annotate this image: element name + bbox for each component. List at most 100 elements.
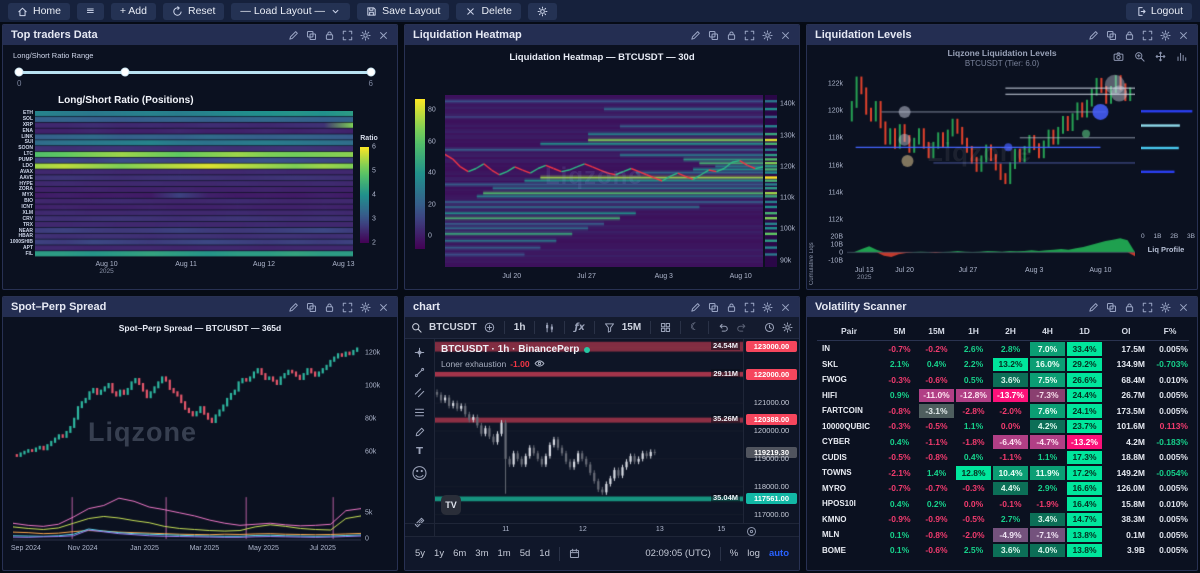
range-slider[interactable]	[14, 67, 376, 77]
tv-price-scale[interactable]: 123000.00 122000.00 121000.00 120388.00 1200…	[743, 339, 799, 523]
edit-icon[interactable]	[690, 302, 701, 313]
duplicate-icon[interactable]	[306, 302, 317, 313]
edit-icon[interactable]	[288, 302, 299, 313]
interval-button[interactable]: 1h	[514, 322, 526, 333]
tv-legend[interactable]: BTCUSDT · 1h · BinancePerp	[441, 344, 591, 355]
slider-track[interactable]	[19, 71, 371, 74]
liq-heatmap-canvas[interactable]	[445, 95, 763, 267]
scanner-row[interactable]: BOME 0.1% -0.6% 2.5% 3.6% 4.0% 13.8% 3.9B 0.005%	[817, 542, 1189, 558]
chart-type-icon[interactable]	[544, 322, 555, 333]
emoji-tool-icon[interactable]: ☺	[411, 466, 428, 482]
tv-time-axis[interactable]: 11 12 13 15	[405, 523, 799, 537]
scanner-row[interactable]: IN -0.7% -0.2% 2.6% 2.8% 7.0% 33.4% 17.5M 0.005%	[817, 341, 1189, 357]
range-5y[interactable]: 5y	[415, 548, 425, 559]
range-1d[interactable]: 1d	[539, 548, 550, 559]
lock-icon[interactable]	[1124, 30, 1135, 41]
theme-button[interactable]	[527, 2, 557, 20]
expand-icon[interactable]	[744, 302, 755, 313]
col-header[interactable]: 1D	[1066, 321, 1103, 341]
close-icon[interactable]	[1178, 302, 1189, 313]
close-icon[interactable]	[780, 302, 791, 313]
panel-header[interactable]: Liquidation Heatmap	[405, 25, 799, 45]
menu-button[interactable]: ≡	[77, 2, 104, 20]
close-icon[interactable]	[780, 30, 791, 41]
symbol-button[interactable]: BTCUSDT	[429, 322, 477, 333]
col-header[interactable]: 1H	[955, 321, 992, 341]
calendar-icon[interactable]	[569, 548, 580, 559]
scanner-row[interactable]: HIFI 0.9% -11.0% -12.8% -13.7% -7.3% 24.4% 26.7…	[817, 387, 1189, 403]
add-symbol-icon[interactable]	[484, 322, 495, 333]
panel-header[interactable]: chart	[405, 297, 799, 317]
gear-icon[interactable]	[1160, 29, 1171, 41]
panel-header[interactable]: Top traders Data	[3, 25, 397, 45]
brush-icon[interactable]	[414, 427, 425, 438]
edit-icon[interactable]	[690, 30, 701, 41]
home-button[interactable]: Home	[8, 2, 71, 20]
reset-button[interactable]: Reset	[162, 2, 225, 20]
col-header[interactable]: 5M	[881, 321, 918, 341]
duplicate-icon[interactable]	[306, 30, 317, 41]
duplicate-icon[interactable]	[1106, 30, 1117, 41]
gear-icon[interactable]	[360, 29, 371, 41]
panel-header[interactable]: Liquidation Levels	[807, 25, 1197, 45]
expand-icon[interactable]	[1142, 30, 1153, 41]
range-1m[interactable]: 1m	[498, 548, 511, 559]
slider-handle-mid[interactable]	[120, 67, 130, 77]
channel-icon[interactable]	[414, 387, 425, 398]
scanner-row[interactable]: MLN 0.1% -0.8% -2.0% -4.9% -7.1% 13.8% 0.1M 0.00…	[817, 527, 1189, 543]
col-header[interactable]: 15M	[918, 321, 955, 341]
auto-scale-button[interactable]: auto	[769, 548, 789, 559]
logout-button[interactable]: Logout	[1125, 2, 1192, 20]
text-tool-icon[interactable]: T	[416, 447, 423, 457]
replay-icon[interactable]	[764, 322, 775, 333]
expand-icon[interactable]	[1142, 302, 1153, 313]
scanner-row[interactable]: HPOS10I 0.4% 0.2% 0.0% -0.1% -1.9% 16.4% 15.8M 0…	[817, 496, 1189, 512]
duplicate-icon[interactable]	[708, 302, 719, 313]
ls-heatmap-canvas[interactable]	[35, 111, 353, 257]
expand-icon[interactable]	[342, 302, 353, 313]
zoom-in-icon[interactable]	[1134, 51, 1145, 62]
sp-main-canvas[interactable]	[13, 341, 361, 465]
panel-header[interactable]: Volatility Scanner	[807, 297, 1197, 317]
scanner-row[interactable]: KMNO -0.9% -0.9% -0.5% 2.7% 3.4% 14.7% 38.3M 0.0…	[817, 511, 1189, 527]
expand-icon[interactable]	[342, 30, 353, 41]
dark-mode-icon[interactable]: ☾	[690, 322, 699, 333]
search-icon[interactable]	[411, 322, 422, 333]
scanner-row[interactable]: FWOG -0.3% -0.6% 0.5% 3.6% 7.5% 26.6% 68.4M 0.01…	[817, 372, 1189, 388]
range-1y[interactable]: 1y	[434, 548, 444, 559]
scanner-row[interactable]: TOWNS -2.1% 1.4% 12.8% 10.4% 11.9% 17.2% 149.2M…	[817, 465, 1189, 481]
crosshair-icon[interactable]	[414, 347, 425, 358]
range-5d[interactable]: 5d	[520, 548, 531, 559]
scanner-row[interactable]: CUDIS -0.5% -0.8% 0.4% -1.1% 1.1% 17.3% 18.8M 0.…	[817, 449, 1189, 465]
log-scale-button[interactable]: log	[747, 548, 760, 559]
scanner-row[interactable]: FARTCOIN -0.8% -3.1% -2.8% -2.0% 7.6% 24.1% 173…	[817, 403, 1189, 419]
scanner-row[interactable]: MYRO -0.7% -0.7% -0.3% 4.4% 2.9% 16.6% 126.0M 0.…	[817, 480, 1189, 496]
col-header[interactable]: OI	[1103, 321, 1149, 341]
settings-icon[interactable]	[782, 322, 793, 333]
slider-handle-min[interactable]	[14, 67, 24, 77]
duplicate-icon[interactable]	[708, 30, 719, 41]
undo-icon[interactable]	[718, 322, 729, 333]
percent-scale-button[interactable]: %	[730, 548, 738, 559]
tv-indicator-row[interactable]: Loner exhaustion -1.00	[441, 358, 545, 369]
eye-icon[interactable]	[534, 358, 545, 369]
scanner-row[interactable]: 10000QUBIC -0.3% -0.5% 1.1% 0.0% 4.2% 23.7% 101…	[817, 418, 1189, 434]
col-header[interactable]: Pair	[817, 321, 881, 341]
close-icon[interactable]	[378, 30, 389, 41]
gear-icon[interactable]	[360, 301, 371, 313]
ll-main-canvas[interactable]	[847, 65, 1135, 231]
delete-button[interactable]: Delete	[456, 2, 521, 20]
edit-icon[interactable]	[288, 30, 299, 41]
edit-icon[interactable]	[1088, 30, 1099, 41]
layout-grid-icon[interactable]	[660, 322, 671, 333]
gear-icon[interactable]	[762, 29, 773, 41]
col-header[interactable]: 2H	[992, 321, 1029, 341]
add-button[interactable]: + Add	[110, 2, 156, 20]
duplicate-icon[interactable]	[1106, 302, 1117, 313]
close-icon[interactable]	[378, 302, 389, 313]
scanner-row[interactable]: CYBER 0.4% -1.1% -1.8% -6.4% -4.7% -13.2% 4.2M -…	[817, 434, 1189, 450]
slider-handle-max[interactable]	[366, 67, 376, 77]
range-3m[interactable]: 3m	[475, 548, 488, 559]
save-layout-button[interactable]: Save Layout	[357, 2, 450, 20]
redo-icon[interactable]	[736, 322, 747, 333]
